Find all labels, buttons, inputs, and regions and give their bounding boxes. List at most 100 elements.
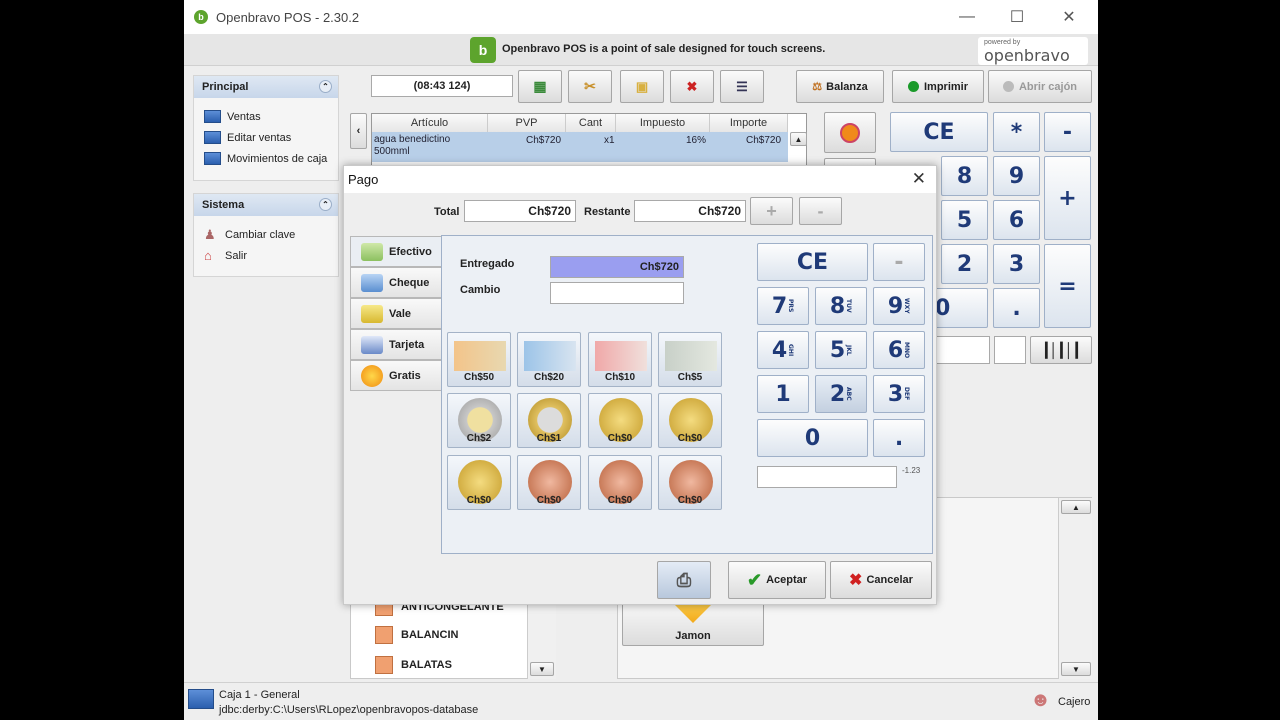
col-header: Cant	[566, 114, 616, 132]
coin-010-button[interactable]: Ch$0	[447, 455, 511, 510]
dlg-key-5[interactable]: 5 JKL	[815, 331, 867, 369]
tab-vale[interactable]: Vale	[350, 298, 442, 329]
remove-payment-button[interactable]: -	[799, 197, 842, 225]
coin-020-button[interactable]: Ch$0	[658, 393, 722, 448]
card-icon	[361, 335, 383, 354]
product-label: Jamon	[675, 630, 711, 642]
main-ce-key[interactable]: CE	[890, 112, 988, 152]
dlg-key-0[interactable]: 0	[757, 419, 868, 457]
sidebar-item-label: Cambiar clave	[225, 228, 296, 241]
tab-label: Vale	[389, 307, 412, 320]
dlg-minus-key[interactable]: -	[873, 243, 925, 281]
powered-by-logo: powered by openbravo	[978, 37, 1088, 65]
print-button[interactable]: ⎙	[657, 561, 711, 599]
add-payment-button[interactable]: +	[750, 197, 793, 225]
sidebar-item-salir[interactable]: ⌂ Salir	[194, 245, 338, 266]
sidebar-item-editar-ventas[interactable]: Editar ventas	[194, 127, 338, 148]
main-key-2[interactable]: 2	[941, 244, 988, 284]
dlg-ce-key[interactable]: CE	[757, 243, 868, 281]
dlg-key-9[interactable]: 9 WXY	[873, 287, 925, 325]
sidebar-item-movimientos[interactable]: Movimientos de caja	[194, 148, 338, 169]
dlg-key-4[interactable]: 4 GHI	[757, 331, 809, 369]
dlg-key-6[interactable]: 6 MNO	[873, 331, 925, 369]
tab-tarjeta[interactable]: Tarjeta	[350, 329, 442, 360]
powered-by-text: powered by	[984, 39, 1021, 46]
dlg-key-7[interactable]: 7 PRS	[757, 287, 809, 325]
note-label: Ch$20	[533, 372, 564, 383]
note-20-button[interactable]: Ch$20	[517, 332, 581, 387]
scroll-down-button[interactable]: ▼	[1061, 662, 1091, 676]
window-title: Openbravo POS - 2.30.2	[216, 9, 360, 25]
tab-gratis[interactable]: Gratis	[350, 360, 442, 391]
total-label: Total	[434, 206, 460, 218]
sidebar-item-ventas[interactable]: Ventas	[194, 106, 338, 127]
tab-efectivo[interactable]: Efectivo	[350, 236, 442, 267]
abrir-cajon-button[interactable]: Abrir cajón	[988, 70, 1092, 103]
cancel-button[interactable]: ✖ Cancelar	[830, 561, 932, 599]
price-field[interactable]	[936, 336, 990, 364]
tab-label: Gratis	[389, 369, 421, 382]
coin-005-button[interactable]: Ch$0	[517, 455, 581, 510]
product-scrollbar[interactable]: ▲ ▼	[1058, 498, 1092, 679]
coin-1-button[interactable]: Ch$1	[517, 393, 581, 448]
coin-002-button[interactable]: Ch$0	[588, 455, 652, 510]
main-key-9[interactable]: 9	[993, 156, 1040, 196]
coin-label: Ch$0	[536, 495, 562, 506]
coin-001-button[interactable]: Ch$0	[658, 455, 722, 510]
maximize-button[interactable]: ☐	[994, 0, 1040, 34]
list-item[interactable]: BALANCIN	[375, 626, 458, 644]
minimize-button[interactable]: —	[944, 0, 990, 34]
key-digit: 3	[887, 381, 904, 407]
list-item[interactable]: BALATAS	[375, 656, 452, 674]
note-10-button[interactable]: Ch$10	[588, 332, 652, 387]
main-key-3[interactable]: 3	[993, 244, 1040, 284]
product-jamon-button[interactable]: Jamon	[622, 597, 764, 646]
barcode-button[interactable]: ┃│┃│┃	[1030, 336, 1092, 364]
qty-field[interactable]	[994, 336, 1026, 364]
new-ticket-button[interactable]: ▦	[518, 70, 562, 103]
accept-button[interactable]: ✔ Aceptar	[728, 561, 826, 599]
dlg-key-3[interactable]: 3 DEF	[873, 375, 925, 413]
main-plus-key[interactable]: +	[1044, 156, 1091, 240]
main-key-6[interactable]: 6	[993, 200, 1040, 240]
dlg-key-2[interactable]: 2 ABC	[815, 375, 867, 413]
main-multiply-key[interactable]: *	[993, 112, 1040, 152]
scroll-up-button[interactable]: ▲	[1061, 500, 1091, 514]
principal-header[interactable]: Principal ⌃	[194, 76, 338, 98]
scroll-down-button[interactable]: ▼	[530, 662, 554, 676]
dlg-key-8[interactable]: 8 TUV	[815, 287, 867, 325]
main-key-5[interactable]: 5	[941, 200, 988, 240]
list-button[interactable]: ☰	[720, 70, 764, 103]
coin-050-button[interactable]: Ch$0	[588, 393, 652, 448]
balanza-button[interactable]: ⚖ Balanza	[796, 70, 884, 103]
line-button[interactable]	[824, 112, 876, 153]
collapse-icon[interactable]: ⌃	[319, 198, 332, 211]
main-equals-key[interactable]: =	[1044, 244, 1091, 328]
sistema-header[interactable]: Sistema ⌃	[194, 194, 338, 216]
banknote-icon	[595, 341, 647, 371]
note-50-button[interactable]: Ch$50	[447, 332, 511, 387]
dlg-key-1[interactable]: 1	[757, 375, 809, 413]
sidebar-item-cambiar-clave[interactable]: ♟ Cambiar clave	[194, 224, 338, 245]
ticket-button[interactable]: ▣	[620, 70, 664, 103]
split-ticket-button[interactable]: ✂	[568, 70, 612, 103]
imprimir-button[interactable]: Imprimir	[892, 70, 984, 103]
entregado-field[interactable]: Ch$720	[550, 256, 684, 278]
main-key-8[interactable]: 8	[941, 156, 988, 196]
close-dialog-icon[interactable]: ✕	[912, 169, 926, 189]
table-row[interactable]: agua benedictino 500mml Ch$720 x1 16% Ch…	[372, 132, 788, 162]
scroll-left-button[interactable]: ‹	[350, 113, 367, 149]
scroll-up-button[interactable]: ▲	[790, 132, 807, 146]
delete-ticket-button[interactable]: ✖	[670, 70, 714, 103]
accept-label: Aceptar	[766, 574, 808, 586]
main-dot-key[interactable]: .	[993, 288, 1040, 328]
note-label: Ch$5	[677, 372, 703, 383]
dlg-dot-key[interactable]: .	[873, 419, 925, 457]
note-5-button[interactable]: Ch$5	[658, 332, 722, 387]
coin-2-button[interactable]: Ch$2	[447, 393, 511, 448]
main-minus-key[interactable]: -	[1044, 112, 1091, 152]
collapse-icon[interactable]: ⌃	[319, 80, 332, 93]
document-icon: ▣	[635, 78, 649, 94]
tab-cheque[interactable]: Cheque	[350, 267, 442, 298]
close-window-button[interactable]: ✕	[1046, 0, 1092, 34]
